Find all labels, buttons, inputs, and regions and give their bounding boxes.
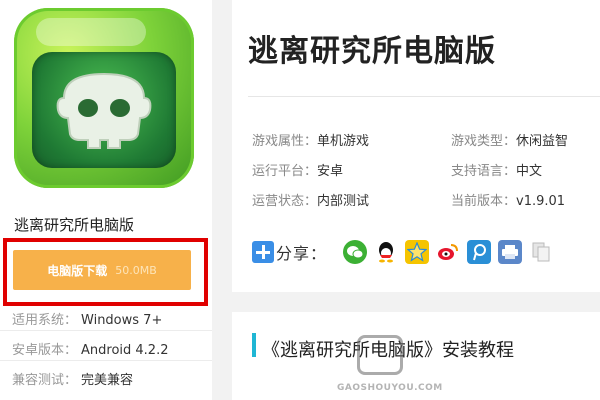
spec-divider: [0, 360, 212, 361]
attr-value: 单机游戏: [317, 134, 370, 149]
skull-icon: [56, 72, 152, 149]
share-label: 分享：: [276, 244, 328, 263]
attr-label: 游戏属性：: [252, 134, 318, 149]
share-bar: 分享：: [252, 238, 560, 266]
qq-icon[interactable]: [374, 240, 399, 264]
tencent-weibo-icon[interactable]: [467, 240, 492, 264]
spec-label: 适用系统：: [12, 313, 78, 328]
spec-value: Android 4.2.2: [81, 343, 169, 358]
page: 逃离研究所电脑版 电脑版下载 50.0MB 适用系统： Windows 7+ 安卓…: [0, 0, 600, 400]
spec-label: 安卓版本：: [12, 343, 78, 358]
share-plus-icon[interactable]: [252, 241, 274, 263]
attr-version: 当前版本：v1.9.01: [451, 190, 565, 209]
download-label: 电脑版下载: [47, 263, 108, 278]
qzone-icon[interactable]: [405, 240, 430, 264]
attr-platform: 运行平台：安卓: [252, 160, 343, 179]
site-watermark: GAOSHOUYOU.COM: [337, 335, 442, 400]
attr-status: 运营状态：内部测试: [252, 190, 369, 209]
attr-value: v1.9.01: [516, 194, 566, 209]
attr-label: 运行平台：: [252, 164, 318, 179]
weibo-icon[interactable]: [436, 240, 461, 264]
attr-label: 游戏类型：: [451, 134, 517, 149]
icon-gloss: [36, 18, 146, 46]
spec-value: 完美兼容: [81, 373, 134, 388]
spec-divider: [0, 330, 212, 331]
spec-label: 兼容测试：: [12, 373, 78, 388]
attr-value: 中文: [516, 164, 543, 179]
attr-label: 当前版本：: [451, 194, 517, 209]
spec-os: 适用系统： Windows 7+: [12, 309, 162, 328]
print-icon[interactable]: [498, 240, 523, 264]
copy-icon[interactable]: [529, 240, 554, 264]
attr-value: 内部测试: [317, 194, 370, 209]
app-icon[interactable]: [14, 8, 194, 188]
game-details-card: 逃离研究所电脑版 游戏属性：单机游戏 游戏类型：休闲益智 运行平台：安卓 支持语…: [232, 0, 600, 292]
spec-value: Windows 7+: [81, 313, 163, 328]
attr-value: 休闲益智: [516, 134, 569, 149]
download-size: 50.0MB: [115, 263, 157, 277]
wechat-icon[interactable]: [343, 240, 368, 264]
app-name: 逃离研究所电脑版: [14, 216, 135, 234]
page-title: 逃离研究所电脑版: [248, 34, 496, 69]
section-accent-bar: [252, 333, 256, 357]
attr-game-property: 游戏属性：单机游戏: [252, 130, 369, 149]
watermark-text: GAOSHOUYOU.COM: [337, 383, 443, 393]
pc-download-button[interactable]: 电脑版下载 50.0MB: [13, 250, 191, 290]
attr-game-type: 游戏类型：休闲益智: [451, 130, 568, 149]
attr-label: 运营状态：: [252, 194, 318, 209]
attr-value: 安卓: [317, 164, 344, 179]
attr-label: 支持语言：: [451, 164, 517, 179]
watermark-logo-icon: [357, 335, 403, 375]
attr-language: 支持语言：中文: [451, 160, 542, 179]
app-info-card: 逃离研究所电脑版 电脑版下载 50.0MB 适用系统： Windows 7+ 安卓…: [0, 0, 212, 400]
spec-compat: 兼容测试： 完美兼容: [12, 369, 133, 388]
spec-android: 安卓版本： Android 4.2.2: [12, 339, 169, 358]
title-divider: [248, 96, 600, 97]
